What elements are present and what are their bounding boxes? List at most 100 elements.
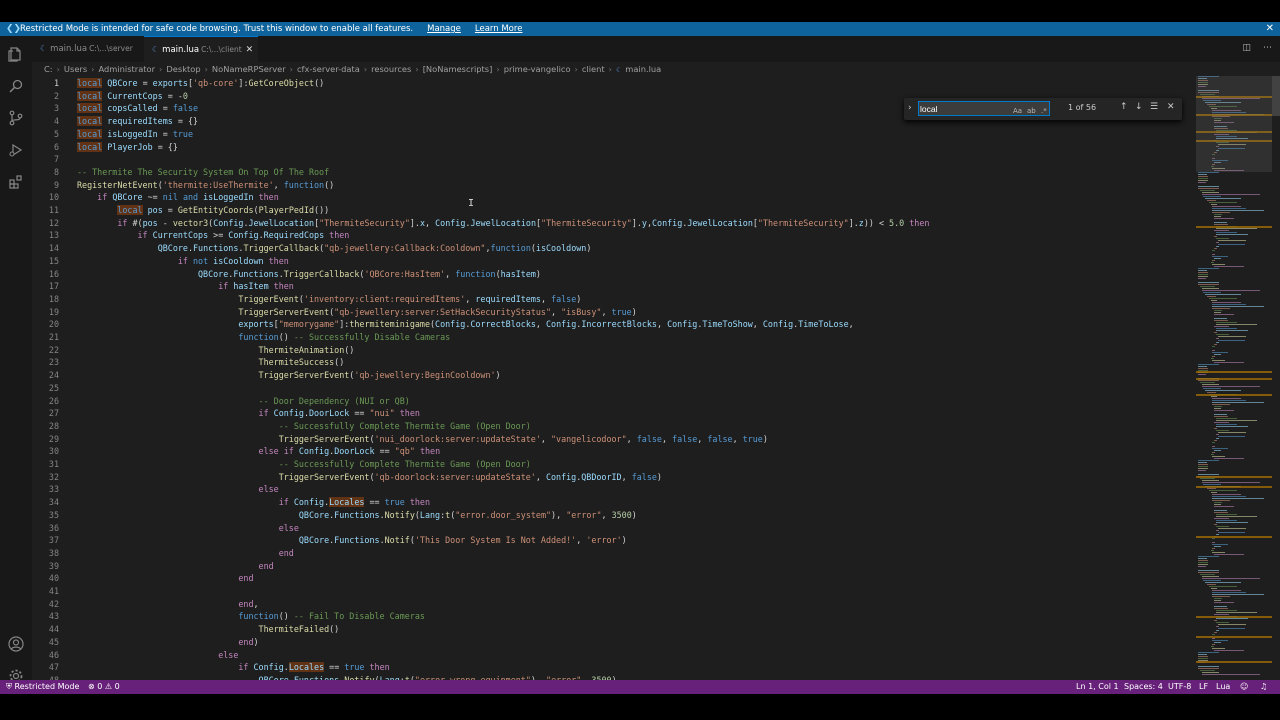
code-line[interactable]: 1 local QBCore = exports['qb-core']:GetCo… xyxy=(32,77,1196,90)
breadcrumb-item[interactable]: [NoNamescripts] xyxy=(423,64,493,74)
code-line[interactable]: 19 TriggerServerEvent("qb-jewellery:serv… xyxy=(32,306,1196,319)
minimap-line xyxy=(1216,534,1219,535)
chevron-right-icon: › xyxy=(496,64,500,74)
cursor-position[interactable]: Ln 1, Col 1 xyxy=(1076,680,1119,694)
problems-indicator[interactable]: ⊗ 0 ⚠ 0 xyxy=(88,680,120,694)
explorer-icon[interactable] xyxy=(6,44,26,64)
code-line[interactable]: 28 -- Successfully Complete Thermite Gam… xyxy=(32,420,1196,433)
code-line[interactable]: 21 function() -- Successfully Disable Ca… xyxy=(32,331,1196,344)
code-line[interactable]: 42 end, xyxy=(32,598,1196,611)
code-line[interactable]: 47 if Config.Locales == true then xyxy=(32,661,1196,674)
code-line[interactable]: 9 RegisterNetEvent('thermite:UseThermite'… xyxy=(32,179,1196,192)
code-line[interactable]: 46 else xyxy=(32,649,1196,662)
bell-icon[interactable]: ♫ xyxy=(1260,680,1267,694)
code-line[interactable]: 13 if CurrentCops >= Config.RequiredCops… xyxy=(32,229,1196,242)
code-line[interactable]: 17 if hasItem then xyxy=(32,280,1196,293)
code-line[interactable]: 33 else xyxy=(32,483,1196,496)
whole-word-icon[interactable]: ab xyxy=(1027,107,1036,115)
breadcrumb-item[interactable]: main.lua xyxy=(625,64,661,74)
code-line[interactable]: 27 if Config.DoorLock == "nui" then xyxy=(32,407,1196,420)
code-line[interactable]: 14 QBCore.Functions.TriggerCallback("qb-… xyxy=(32,242,1196,255)
code-line[interactable]: 36 else xyxy=(32,522,1196,535)
minimap-line xyxy=(1198,188,1220,189)
code-line[interactable]: 18 TriggerEvent('inventory:client:requir… xyxy=(32,293,1196,306)
code-line[interactable]: 35 QBCore.Functions.Notify(Lang:t("error… xyxy=(32,509,1196,522)
code-line[interactable]: 32 TriggerServerEvent('qb-doorlock:serve… xyxy=(32,471,1196,484)
manage-link[interactable]: Manage xyxy=(427,22,461,36)
minimap-line xyxy=(1198,464,1209,465)
feedback-icon[interactable]: ☺ xyxy=(1240,680,1248,694)
code-line[interactable]: 25 xyxy=(32,382,1196,395)
breadcrumb-item[interactable]: cfx-server-data xyxy=(297,64,360,74)
arrow-down-icon[interactable]: ↓ xyxy=(1135,102,1143,112)
regex-icon[interactable]: .* xyxy=(1041,107,1047,115)
code-line[interactable]: 26 -- Door Dependency (NUI or QB) xyxy=(32,395,1196,408)
end-of-line[interactable]: LF xyxy=(1199,680,1208,694)
chevron-right-icon[interactable]: › xyxy=(908,103,912,113)
code-line[interactable]: 38 end xyxy=(32,547,1196,560)
breadcrumb-item[interactable]: client xyxy=(582,64,605,74)
find-input-box[interactable]: Aa ab .* xyxy=(918,101,1050,116)
run-debug-icon[interactable] xyxy=(6,140,26,160)
account-icon[interactable] xyxy=(6,634,26,654)
code-line[interactable]: 8 -- Thermite The Security System On Top … xyxy=(32,166,1196,179)
code-line[interactable]: 20 exports["memorygame"]:thermiteminigam… xyxy=(32,318,1196,331)
source-control-icon[interactable] xyxy=(6,108,26,128)
scrollbar-thumb[interactable] xyxy=(1272,76,1280,116)
code-line[interactable]: 44 ThermiteFailed() xyxy=(32,623,1196,636)
breadcrumb-item[interactable]: Users xyxy=(64,64,87,74)
extensions-icon[interactable] xyxy=(6,172,26,192)
code-line[interactable]: 23 ThermiteSuccess() xyxy=(32,356,1196,369)
breadcrumb-item[interactable]: C: xyxy=(44,64,53,74)
code-line[interactable]: 6 local PlayerJob = {} xyxy=(32,141,1196,154)
code-line[interactable]: 31 -- Successfully Complete Thermite Gam… xyxy=(32,458,1196,471)
close-icon[interactable]: ✕ xyxy=(1266,22,1274,36)
code-line[interactable]: 22 ThermiteAnimation() xyxy=(32,344,1196,357)
close-icon[interactable]: ✕ xyxy=(1167,102,1175,112)
find-in-selection-icon[interactable]: ☰ xyxy=(1150,102,1158,112)
breadcrumb-item[interactable]: resources xyxy=(371,64,411,74)
code-line[interactable]: 10 if QBCore ~= nil and isLoggedIn then xyxy=(32,191,1196,204)
code-line[interactable]: 37 QBCore.Functions.Notif('This Door Sys… xyxy=(32,534,1196,547)
code-line[interactable]: 40 end xyxy=(32,572,1196,585)
code-line[interactable]: 29 TriggerServerEvent('nui_doorlock:serv… xyxy=(32,433,1196,446)
language-mode[interactable]: Lua xyxy=(1216,680,1230,694)
breadcrumb-item[interactable]: Desktop xyxy=(166,64,200,74)
breadcrumb-item[interactable]: Administrator xyxy=(98,64,155,74)
minimap[interactable] xyxy=(1196,76,1272,680)
code-line[interactable]: 24 TriggerServerEvent('qb-jewellery:Begi… xyxy=(32,369,1196,382)
match-case-icon[interactable]: Aa xyxy=(1013,107,1022,115)
tab-main-lua-client[interactable]: ☾ main.lua C:\...\client ✕ xyxy=(144,36,258,62)
code-line[interactable]: 39 end xyxy=(32,560,1196,573)
search-icon[interactable] xyxy=(6,76,26,96)
code-line[interactable]: 45 end) xyxy=(32,636,1196,649)
restricted-mode-indicator[interactable]: ⛨ Restricted Mode xyxy=(6,680,79,694)
code-line[interactable]: 5 local isLoggedIn = true xyxy=(32,128,1196,141)
code-line[interactable]: 12 if #(pos - vector3(Config.JewelLocati… xyxy=(32,217,1196,230)
code-line[interactable]: 41 xyxy=(32,585,1196,598)
code-line[interactable]: 16 QBCore.Functions.TriggerCallback('QBC… xyxy=(32,268,1196,281)
find-input[interactable] xyxy=(920,102,990,115)
close-icon[interactable]: ✕ xyxy=(246,45,254,55)
tab-main-lua-server[interactable]: ☾ main.lua C:\...\server xyxy=(32,36,152,62)
code-line[interactable]: 15 if not isCooldown then xyxy=(32,255,1196,268)
encoding[interactable]: UTF-8 xyxy=(1168,680,1191,694)
minimap-viewport[interactable] xyxy=(1196,76,1272,172)
more-actions-icon[interactable]: ⋯ xyxy=(1263,43,1272,53)
code-line[interactable]: 43 function() -- Fail To Disable Cameras xyxy=(32,610,1196,623)
vertical-scrollbar[interactable] xyxy=(1272,76,1280,680)
code-line[interactable]: 7 xyxy=(32,153,1196,166)
arrow-up-icon[interactable]: ↑ xyxy=(1120,102,1128,112)
learn-more-link[interactable]: Learn More xyxy=(475,22,523,36)
code-editor[interactable]: 1 local QBCore = exports['qb-core']:GetCo… xyxy=(32,76,1196,680)
code-line[interactable]: 30 else if Config.DoorLock == "qb" then xyxy=(32,445,1196,458)
minimap-line xyxy=(1203,484,1222,485)
code-line[interactable]: 34 if Config.Locales == true then xyxy=(32,496,1196,509)
indentation[interactable]: Spaces: 4 xyxy=(1124,680,1163,694)
breadcrumb-item[interactable]: NoNameRPServer xyxy=(212,64,286,74)
breadcrumb-item[interactable]: prime-vangelico xyxy=(504,64,571,74)
split-editor-icon[interactable]: ◫ xyxy=(1242,43,1251,53)
code-line[interactable]: 11 local pos = GetEntityCoords(PlayerPed… xyxy=(32,204,1196,217)
minimap-line xyxy=(1201,482,1261,483)
minimap-match-marker xyxy=(1196,476,1272,478)
